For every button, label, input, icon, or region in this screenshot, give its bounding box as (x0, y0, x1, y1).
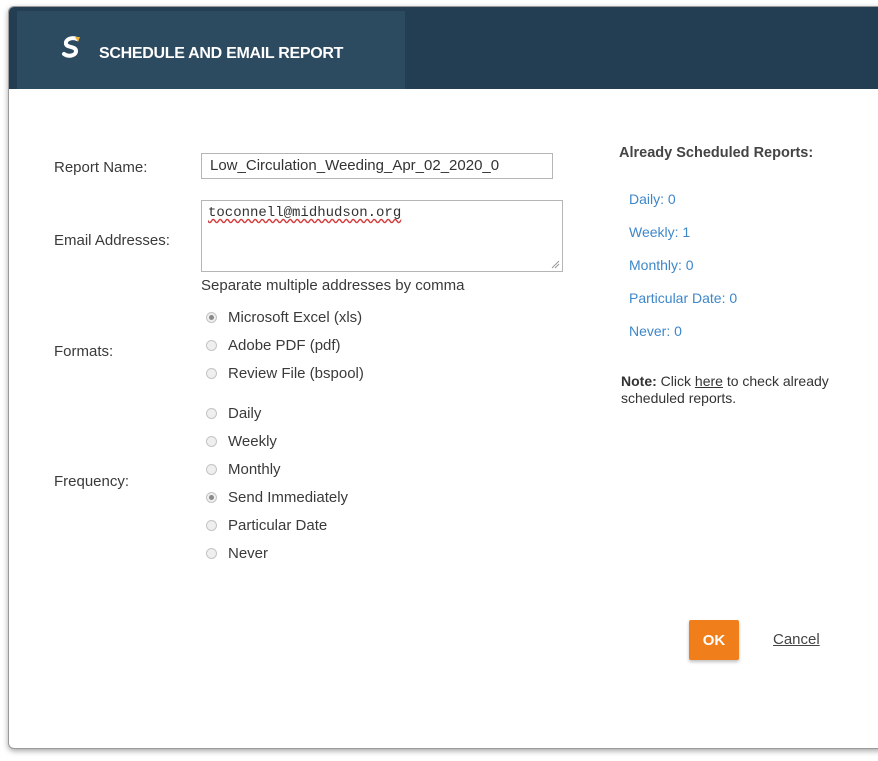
radio-button[interactable] (206, 367, 217, 379)
frequency-option-label: Daily (228, 404, 262, 422)
dialog-titlebar: SCHEDULE AND EMAIL REPORT (9, 7, 878, 89)
radio-button[interactable] (206, 435, 217, 447)
radio-button[interactable] (206, 547, 217, 559)
note-bold-label: Note: (621, 373, 657, 389)
email-addresses-textarea[interactable]: toconnell@midhudson.org (201, 200, 563, 272)
scheduled-reports-heading: Already Scheduled Reports: (619, 145, 814, 161)
schedule-email-dialog: SCHEDULE AND EMAIL REPORT Report Name: L… (8, 6, 878, 749)
frequency-option-weekly[interactable]: Weekly (206, 430, 277, 452)
scheduled-monthly-link[interactable]: Monthly: 0 (629, 257, 694, 273)
radio-button[interactable] (206, 407, 217, 419)
resize-grip-icon[interactable] (550, 259, 560, 269)
frequency-option-label: Monthly (228, 460, 281, 478)
check-scheduled-link[interactable]: here (695, 373, 723, 389)
format-option-label: Microsoft Excel (xls) (228, 308, 363, 326)
email-hint: Separate multiple addresses by comma (201, 277, 465, 294)
title-tab: SCHEDULE AND EMAIL REPORT (17, 11, 405, 89)
radio-button[interactable] (206, 339, 217, 351)
frequency-label: Frequency: (54, 473, 130, 490)
ok-button[interactable]: OK (689, 620, 739, 660)
note-text: Click (656, 373, 695, 389)
dialog-title: SCHEDULE AND EMAIL REPORT (99, 45, 344, 62)
email-addresses-label: Email Addresses: (54, 232, 170, 249)
format-option-label: Review File (bspool) (228, 364, 364, 382)
radio-button[interactable] (206, 519, 217, 531)
email-value: toconnell@midhudson.org (208, 205, 402, 221)
frequency-option-label: Weekly (228, 432, 277, 450)
frequency-option-never[interactable]: Never (206, 542, 268, 564)
frequency-option-label: Particular Date (228, 516, 328, 534)
format-option-xls[interactable]: Microsoft Excel (xls) (206, 306, 362, 328)
s-brand-logo-icon (58, 34, 84, 60)
format-option-pdf[interactable]: Adobe PDF (pdf) (206, 334, 341, 356)
radio-button[interactable] (206, 491, 217, 503)
scheduled-note: Note: Click here to check already schedu… (621, 373, 841, 407)
format-option-label: Adobe PDF (pdf) (228, 336, 341, 354)
report-name-label: Report Name: (54, 159, 148, 176)
frequency-option-label: Never (228, 544, 269, 562)
frequency-option-particular-date[interactable]: Particular Date (206, 514, 327, 536)
frequency-option-send-immediately[interactable]: Send Immediately (206, 486, 348, 508)
scheduled-particular-date-link[interactable]: Particular Date: 0 (629, 290, 737, 306)
frequency-option-monthly[interactable]: Monthly (206, 458, 281, 480)
format-option-bspool[interactable]: Review File (bspool) (206, 362, 364, 384)
radio-button[interactable] (206, 463, 217, 475)
cancel-link[interactable]: Cancel (773, 631, 820, 648)
report-name-input[interactable]: Low_Circulation_Weeding_Apr_02_2020_0 (201, 153, 553, 179)
formats-label: Formats: (54, 343, 114, 360)
scheduled-daily-link[interactable]: Daily: 0 (629, 191, 676, 207)
frequency-option-daily[interactable]: Daily (206, 402, 261, 424)
frequency-option-label: Send Immediately (228, 488, 349, 506)
scheduled-never-link[interactable]: Never: 0 (629, 323, 682, 339)
scheduled-weekly-link[interactable]: Weekly: 1 (629, 224, 690, 240)
radio-button[interactable] (206, 311, 217, 323)
